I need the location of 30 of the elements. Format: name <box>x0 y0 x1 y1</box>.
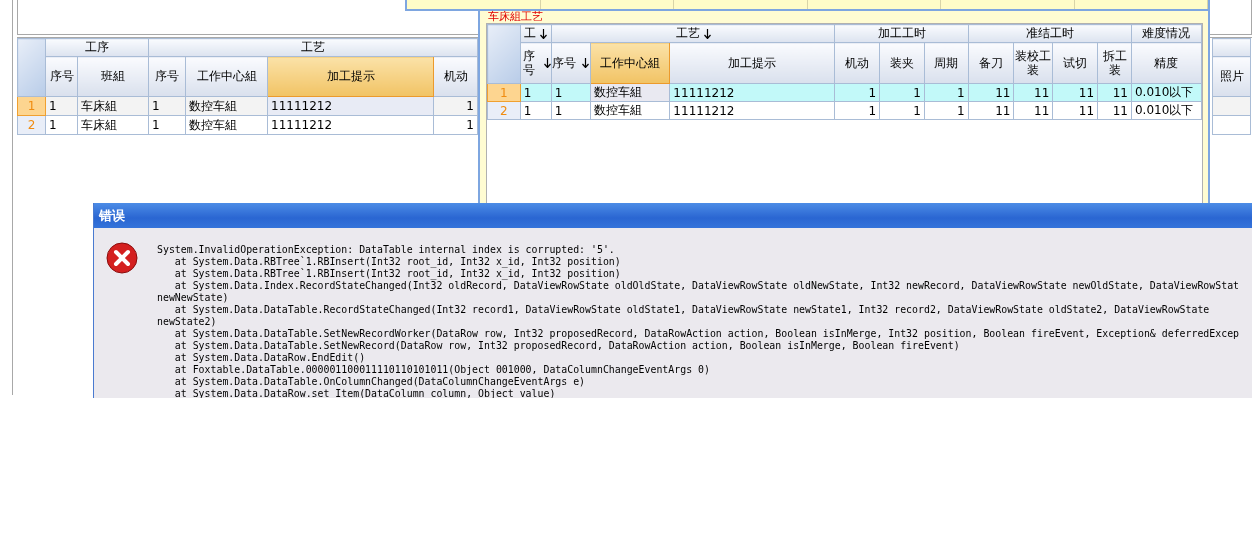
column-header[interactable]: 照片 <box>1212 56 1251 97</box>
column-group-header: 难度情况 <box>1131 24 1202 43</box>
column-group-header: 加工工时 <box>834 24 969 43</box>
column-header[interactable]: 机动 <box>834 42 880 84</box>
column-header[interactable]: 加工提示 <box>267 56 434 97</box>
column-header[interactable]: 试切 <box>1052 42 1098 84</box>
column-header[interactable]: 序号 <box>551 42 591 84</box>
error-icon <box>106 242 138 274</box>
column-header[interactable]: 加工提示 <box>669 42 835 84</box>
column-header[interactable]: 机动 <box>433 56 478 97</box>
column-header[interactable]: 班組 <box>77 56 149 97</box>
column-header[interactable]: 精度 <box>1131 42 1202 84</box>
column-header[interactable]: 装夹 <box>879 42 925 84</box>
sort-arrow-icon[interactable] <box>540 28 548 39</box>
sort-arrow-icon[interactable] <box>582 58 590 68</box>
column-group-header: 工艺 <box>148 38 478 57</box>
column-header[interactable]: 工作中心組 <box>185 56 268 97</box>
column-header[interactable]: 序号 <box>148 56 186 97</box>
column-group-header: 工艺 <box>551 24 835 43</box>
column-header[interactable]: 备刀 <box>968 42 1014 84</box>
column-group-header: 工 <box>520 24 552 43</box>
dialog-title: 错误 <box>99 206 125 225</box>
sort-arrow-icon[interactable] <box>703 28 711 39</box>
sort-arrow-icon[interactable] <box>543 58 551 68</box>
column-header[interactable]: 工作中心組 <box>590 42 670 84</box>
column-group-header: 工序 <box>45 38 149 57</box>
column-group-header: 准结工时 <box>968 24 1132 43</box>
column-header[interactable]: 周期 <box>924 42 969 84</box>
window-title: 车床組工艺 <box>487 11 544 23</box>
column-header[interactable]: 装校工装 <box>1013 42 1053 84</box>
